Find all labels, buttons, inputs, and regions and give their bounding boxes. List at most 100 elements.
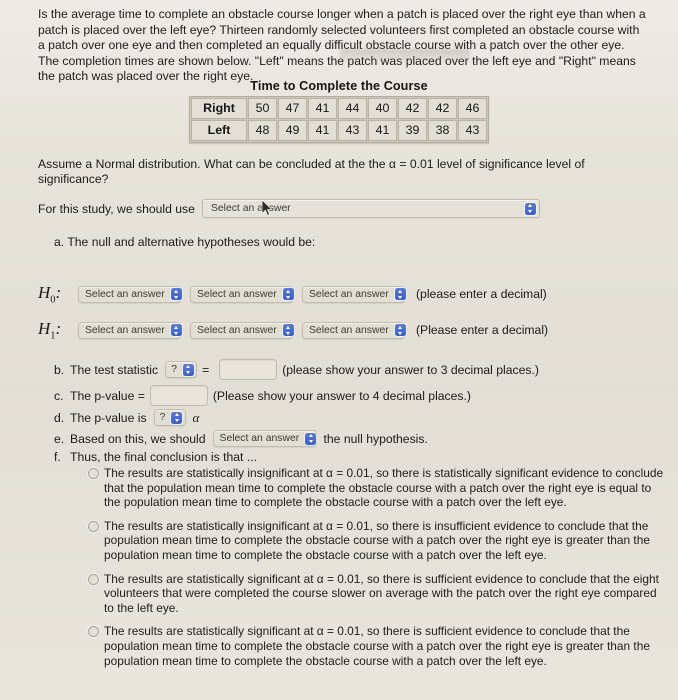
part-e-row: e. Based on this, we should Select an an… xyxy=(54,430,428,447)
h1-value-select-label: Select an answer xyxy=(309,324,389,336)
table-cell: 43 xyxy=(338,120,367,141)
study-method-select-label: Select an answer xyxy=(210,203,291,214)
radio-button-icon[interactable] xyxy=(88,573,99,585)
decision-select[interactable]: Select an answer xyxy=(212,430,317,447)
null-hypothesis-symbol: H0: xyxy=(38,283,62,306)
h1-operator-select[interactable]: Select an answer xyxy=(190,321,294,339)
h1-value-select[interactable]: Select an answer xyxy=(302,321,406,339)
part-f-label: Thus, the final conclusion is that ... xyxy=(70,450,257,464)
p-value-comparison-select[interactable]: ? xyxy=(153,409,186,426)
test-statistic-input[interactable] xyxy=(219,359,278,380)
data-table-caption: Time to Complete the Course xyxy=(250,79,428,93)
h1-param-select-label: Select an answer xyxy=(85,324,165,336)
part-b-marker: b. xyxy=(54,362,65,377)
table-cell: 43 xyxy=(458,120,487,141)
chevron-updown-icon xyxy=(394,288,406,301)
p-value-input[interactable] xyxy=(149,385,208,406)
alternative-hypothesis-symbol: H1: xyxy=(38,319,62,342)
table-cell: 41 xyxy=(368,120,397,141)
null-hypothesis-row: H0: Select an answer Select an answer Se… xyxy=(38,283,547,305)
part-b-row: b. The test statistic ? = (please show y… xyxy=(54,359,539,380)
part-b-note: (please show your answer to 3 decimal pl… xyxy=(282,362,539,377)
table-cell: 50 xyxy=(248,98,277,119)
table-row: Right 50 47 41 44 40 42 42 46 xyxy=(191,98,487,119)
decision-select-label: Select an answer xyxy=(219,433,300,444)
h1-param-select[interactable]: Select an answer xyxy=(78,321,182,339)
part-c-note: (Please show your answer to 4 decimal pl… xyxy=(212,388,471,403)
completion-times-table: Right 50 47 41 44 40 42 42 46 Left 48 49 41 43 41 39 38 4… xyxy=(189,96,489,143)
part-b-label: The test statistic xyxy=(70,362,159,377)
chevron-updown-icon xyxy=(305,432,317,445)
conclusion-option[interactable]: The results are statistically significan… xyxy=(88,624,668,668)
table-cell: 42 xyxy=(398,98,427,119)
chevron-updown-icon xyxy=(524,202,536,215)
part-e-tail: the null hypothesis. xyxy=(323,431,428,446)
conclusion-option-label: The results are statistically significan… xyxy=(104,624,650,668)
null-hypothesis-subscript: 0 xyxy=(50,294,56,306)
radio-button-icon[interactable] xyxy=(88,626,99,638)
part-d-label: The p-value is xyxy=(70,410,147,425)
study-prompt-label: For this study, we should use xyxy=(38,201,195,216)
alternative-hypothesis-row: H1: Select an answer Select an answer Se… xyxy=(38,319,548,341)
chevron-updown-icon xyxy=(394,324,406,337)
h0-operator-select-label: Select an answer xyxy=(197,288,277,300)
conclusion-option-label: The results are statistically significan… xyxy=(104,571,659,615)
h0-value-select[interactable]: Select an answer xyxy=(302,285,406,303)
conclusion-option[interactable]: The results are statistically significan… xyxy=(88,572,668,616)
chevron-updown-icon xyxy=(182,363,194,376)
part-b-equals: = xyxy=(202,362,210,377)
h1-decimal-note: (Please enter a decimal) xyxy=(416,323,549,338)
radio-button-icon[interactable] xyxy=(88,520,99,532)
table-row-label: Right xyxy=(191,98,247,119)
conclusion-option[interactable]: The results are statistically insignific… xyxy=(88,519,668,563)
table-cell: 41 xyxy=(308,98,337,119)
table-row-label: Left xyxy=(191,120,247,141)
chevron-updown-icon xyxy=(170,288,182,301)
radio-button-icon[interactable] xyxy=(88,468,99,479)
study-method-select[interactable]: Select an answer xyxy=(201,199,540,218)
table-cell: 49 xyxy=(278,120,307,141)
test-statistic-type-select[interactable]: ? xyxy=(165,361,198,378)
assume-normal-text: Assume a Normal distribution. What can b… xyxy=(38,157,585,187)
test-statistic-type-select-label: ? xyxy=(171,364,177,375)
part-f-marker: f. xyxy=(54,450,61,464)
question-intro-text: Is the average time to complete an obsta… xyxy=(38,7,646,84)
table-cell: 41 xyxy=(308,120,337,141)
table-row: Left 48 49 41 43 41 39 38 43 xyxy=(191,120,487,141)
conclusion-option-label: The results are statistically insignific… xyxy=(104,518,650,562)
h1-operator-select-label: Select an answer xyxy=(197,324,277,336)
chevron-updown-icon xyxy=(282,288,294,301)
conclusion-option[interactable]: The results are statistically insignific… xyxy=(88,466,668,510)
part-e-marker: e. xyxy=(54,431,65,446)
chevron-updown-icon xyxy=(171,411,183,424)
h0-value-select-label: Select an answer xyxy=(309,288,389,300)
part-c-marker: c. xyxy=(54,388,64,403)
table-cell: 38 xyxy=(428,120,457,141)
p-value-comparison-select-label: ? xyxy=(159,412,166,423)
part-d-row: d. The p-value is ? α xyxy=(54,409,199,426)
alpha-symbol: α xyxy=(192,409,200,425)
part-d-marker: d. xyxy=(54,410,65,425)
table-cell: 40 xyxy=(368,98,397,119)
study-select-row: For this study, we should use Select an … xyxy=(38,199,540,218)
chevron-updown-icon xyxy=(282,324,294,337)
part-f-row: f. Thus, the final conclusion is that ..… xyxy=(54,450,257,464)
table-cell: 46 xyxy=(458,98,487,119)
h0-operator-select[interactable]: Select an answer xyxy=(190,285,294,303)
alternative-hypothesis-subscript: 1 xyxy=(50,330,56,342)
table-cell: 42 xyxy=(428,98,457,119)
h0-decimal-note: (please enter a decimal) xyxy=(416,287,547,302)
question-page: Is the average time to complete an obsta… xyxy=(0,0,678,700)
h0-param-select-label: Select an answer xyxy=(85,288,165,300)
conclusion-option-label: The results are statistically insignific… xyxy=(104,466,664,510)
table-cell: 39 xyxy=(398,120,427,141)
table-cell: 47 xyxy=(278,98,307,119)
h0-param-select[interactable]: Select an answer xyxy=(78,285,182,303)
part-e-label: Based on this, we should xyxy=(70,431,206,446)
data-table-container: Time to Complete the Course Right 50 47 41 4… xyxy=(0,79,678,143)
conclusion-options-list: The results are statistically insignific… xyxy=(88,466,668,677)
part-c-row: c. The p-value = (Please show your answe… xyxy=(54,385,471,406)
table-cell: 44 xyxy=(338,98,367,119)
chevron-updown-icon xyxy=(170,324,182,337)
table-cell: 48 xyxy=(248,120,277,141)
